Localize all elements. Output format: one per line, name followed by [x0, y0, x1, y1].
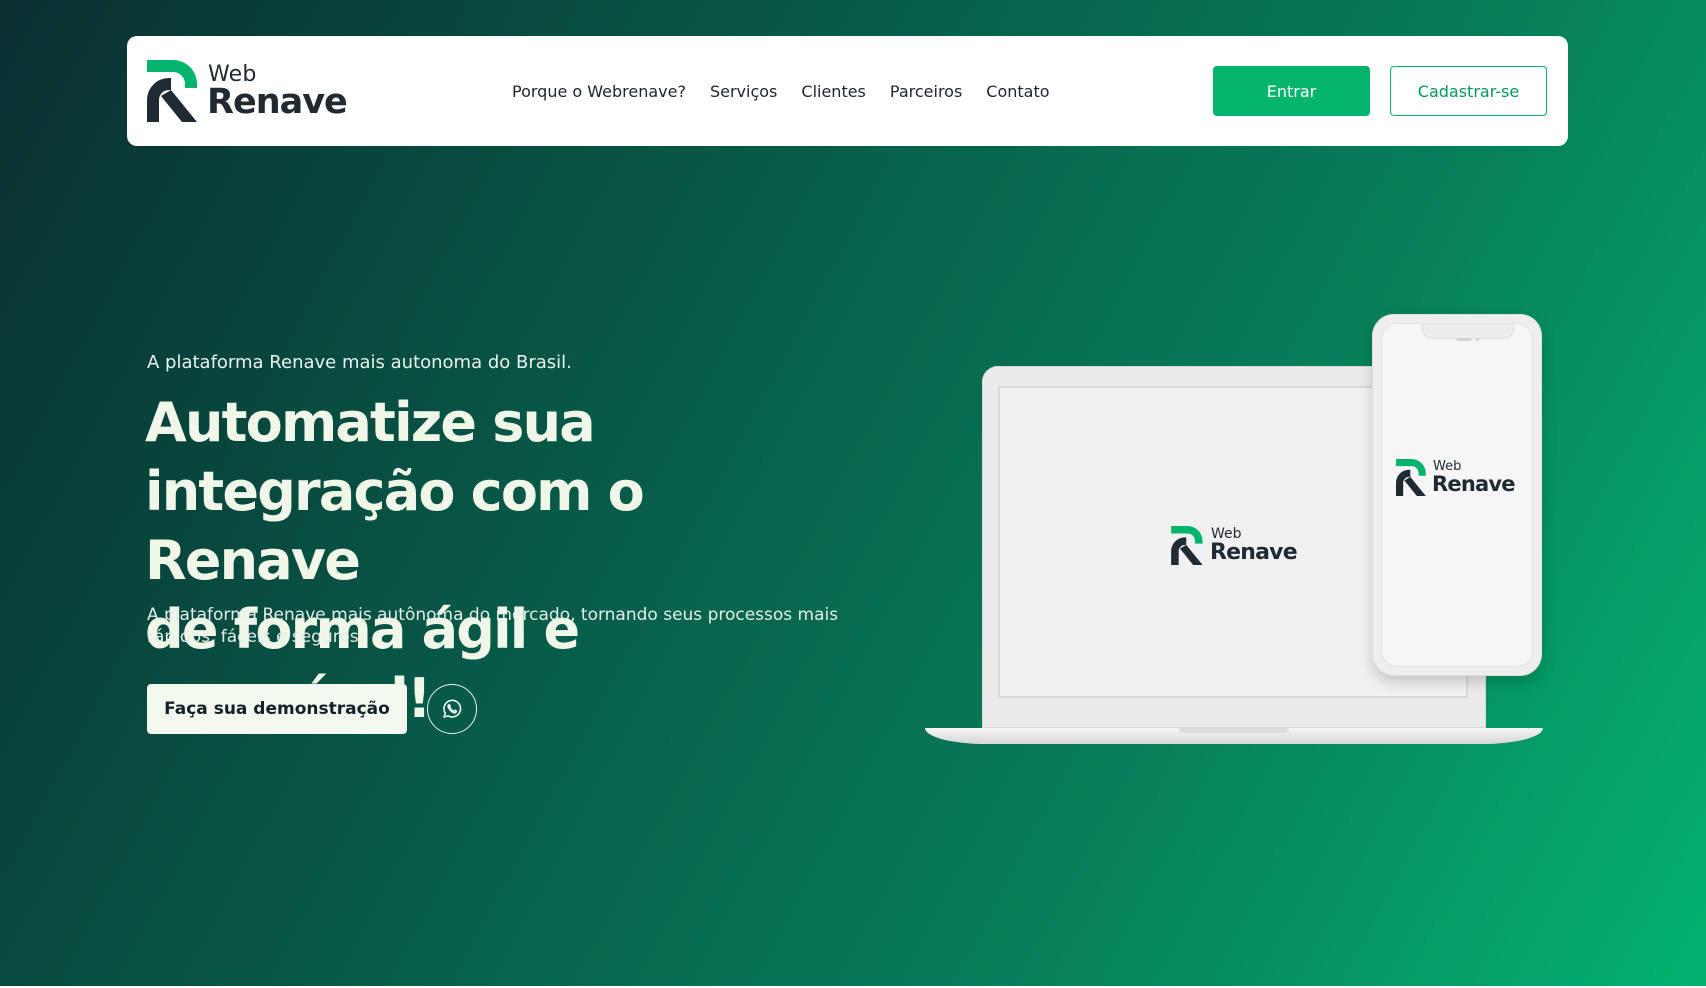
signup-button[interactable]: Cadastrar-se: [1390, 66, 1547, 116]
hero-headline: Automatize sua integração com o Renave d…: [145, 388, 865, 733]
webrenave-logo[interactable]: Web Renave: [147, 60, 348, 122]
login-button[interactable]: Entrar: [1213, 66, 1370, 116]
nav-links: Porque o Webrenave? Serviços Clientes Pa…: [512, 36, 1050, 146]
nav-link-clientes[interactable]: Clientes: [801, 82, 866, 101]
hero-tagline: A plataforma Renave mais autonoma do Bra…: [147, 352, 572, 373]
phone-screen: Web Renave: [1381, 323, 1533, 667]
navbar: Web Renave Porque o Webrenave? Serviços …: [127, 36, 1568, 146]
logo-mark-icon: [1396, 459, 1426, 496]
whatsapp-icon: [443, 699, 462, 718]
phone-notch: [1422, 324, 1514, 339]
whatsapp-button[interactable]: [427, 684, 477, 734]
phone-speaker: [1456, 338, 1472, 341]
laptop-logo-renave: Renave: [1210, 540, 1298, 565]
phone-logo-renave: Renave: [1432, 472, 1515, 496]
logo-mark-icon: [1171, 526, 1203, 565]
nav-link-servicos[interactable]: Serviços: [710, 82, 777, 101]
laptop-logo: Web Renave: [1171, 526, 1301, 566]
phone-logo: Web Renave: [1396, 459, 1526, 499]
phone-mockup: Web Renave: [1372, 314, 1542, 676]
logo-renave-text: Renave: [207, 82, 348, 122]
nav-link-parceiros[interactable]: Parceiros: [890, 82, 962, 101]
hero-section: Web Renave Porque o Webrenave? Serviços …: [0, 0, 1706, 986]
logo-mark-icon: [147, 60, 197, 122]
hero-subtext: A plataforma Renave mais autônoma do mer…: [147, 605, 839, 647]
nav-link-porque[interactable]: Porque o Webrenave?: [512, 82, 686, 101]
nav-link-contato[interactable]: Contato: [986, 82, 1049, 101]
phone-camera: [1476, 338, 1479, 341]
demo-button[interactable]: Faça sua demonstração: [147, 684, 407, 734]
headline-line-2: integração com o Renave: [145, 460, 645, 592]
laptop-notch: [1179, 728, 1289, 733]
headline-line-1: Automatize sua: [145, 391, 596, 454]
